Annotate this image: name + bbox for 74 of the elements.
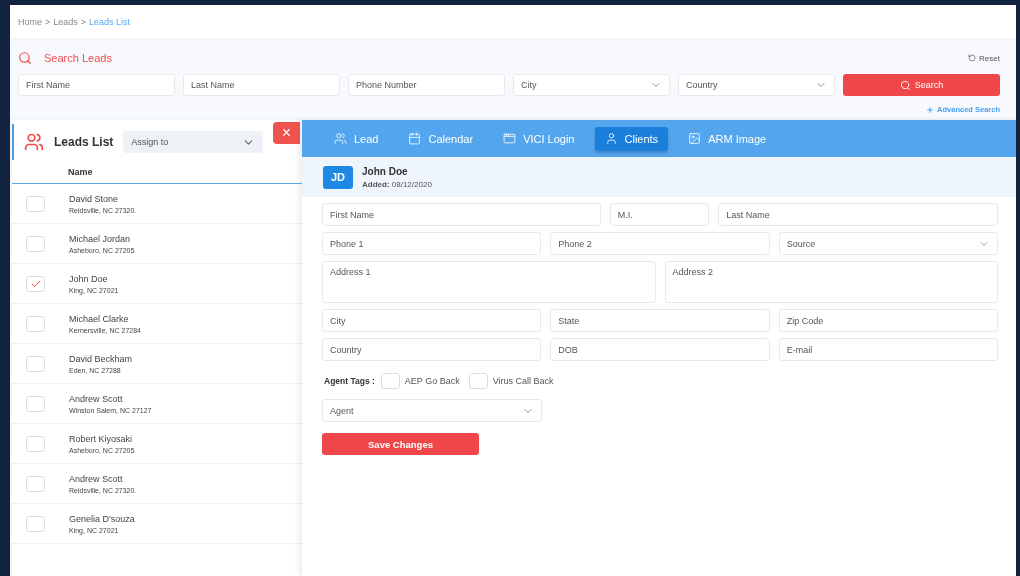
tab[interactable]: Calendar [398, 126, 484, 151]
reset-icon [968, 54, 977, 62]
search-icon [18, 51, 32, 65]
checkbox[interactable] [26, 355, 45, 372]
lead-name: Andrew Scott [69, 473, 124, 484]
checkbox[interactable] [468, 373, 488, 389]
breadcrumb-separator: > [80, 16, 87, 27]
assign-select[interactable]: Assign to [123, 131, 264, 153]
close-button[interactable]: × [273, 122, 300, 144]
lead-name: Michael Clarke [69, 313, 130, 324]
input-field[interactable]: First Name [18, 74, 175, 96]
input-field[interactable]: State [550, 309, 770, 332]
save-button[interactable]: Save Changes [322, 433, 479, 455]
user-icon [604, 132, 618, 145]
tag-checkbox[interactable]: AEP Go Back [380, 373, 460, 389]
input-field[interactable]: Phone 1 [322, 232, 542, 255]
checkbox[interactable] [26, 275, 45, 292]
lead-name: Michael Jordan [69, 233, 132, 244]
agent-tags-label: Agent Tags : [324, 376, 375, 386]
input-field[interactable]: DOB [550, 338, 770, 361]
input-field[interactable]: First Name [322, 203, 601, 226]
breadcrumb-link[interactable]: Leads [53, 16, 78, 27]
checkbox[interactable] [26, 395, 45, 412]
window-icon [503, 132, 517, 145]
users-icon [334, 132, 347, 145]
input-field[interactable]: E-mail [778, 338, 998, 361]
checkbox[interactable] [26, 475, 45, 492]
input-field[interactable]: Last Name [183, 74, 340, 96]
search-button[interactable]: Search [843, 74, 1000, 96]
users-icon [24, 132, 44, 152]
input-field[interactable]: Address 2 [664, 261, 998, 303]
panel-title: Leads List [54, 135, 114, 149]
tab[interactable]: Clients [594, 126, 669, 151]
image-icon [688, 132, 702, 145]
input-field[interactable]: City [322, 309, 542, 332]
lead-name: Robert Kiyosaki [69, 433, 134, 444]
select-field[interactable]: Country [678, 74, 835, 96]
lead-name: David Stone [69, 193, 120, 204]
select-field[interactable]: Source [778, 232, 998, 255]
calendar-icon [408, 132, 422, 145]
select-field[interactable]: Agent [322, 399, 542, 422]
avatar: JD [323, 165, 353, 189]
tab[interactable]: VICI Login [493, 126, 585, 151]
column-header: Name [12, 160, 302, 184]
checkbox[interactable] [26, 515, 45, 532]
lead-name: David Beckham [69, 353, 133, 364]
input-field[interactable]: Phone Number [348, 74, 505, 96]
tab[interactable]: ARM Image [678, 126, 777, 151]
plus-icon [926, 105, 935, 114]
search-title: Search Leads [44, 52, 112, 64]
breadcrumb-link[interactable]: Home [18, 16, 42, 27]
input-field[interactable]: Zip Code [778, 309, 998, 332]
breadcrumb-separator: > [45, 16, 51, 27]
lead-name: John Doe [69, 273, 109, 284]
lead-name: Andrew Scott [69, 393, 124, 404]
breadcrumb-link[interactable]: Leads List [89, 16, 131, 27]
select-field[interactable]: City [513, 74, 670, 96]
search-icon [899, 79, 911, 91]
input-field[interactable]: M.I. [609, 203, 710, 226]
input-field[interactable]: Address 1 [322, 261, 656, 303]
checkbox[interactable] [380, 373, 400, 389]
checkbox[interactable] [26, 435, 45, 452]
lead-name: Genelia D'souza [69, 513, 135, 524]
input-field[interactable]: Country [322, 338, 542, 361]
checkbox[interactable] [26, 315, 45, 332]
added-date: Added: 08/12/2020 [362, 179, 432, 189]
input-field[interactable]: Last Name [718, 203, 998, 226]
checkbox[interactable] [26, 195, 45, 212]
tab[interactable]: Lead [324, 126, 389, 151]
client-name: John Doe [362, 165, 409, 177]
input-field[interactable]: Phone 2 [550, 232, 770, 255]
checkbox[interactable] [26, 235, 45, 252]
tag-checkbox[interactable]: Virus Call Back [468, 373, 554, 389]
reset-button[interactable]: Reset [968, 53, 1000, 63]
